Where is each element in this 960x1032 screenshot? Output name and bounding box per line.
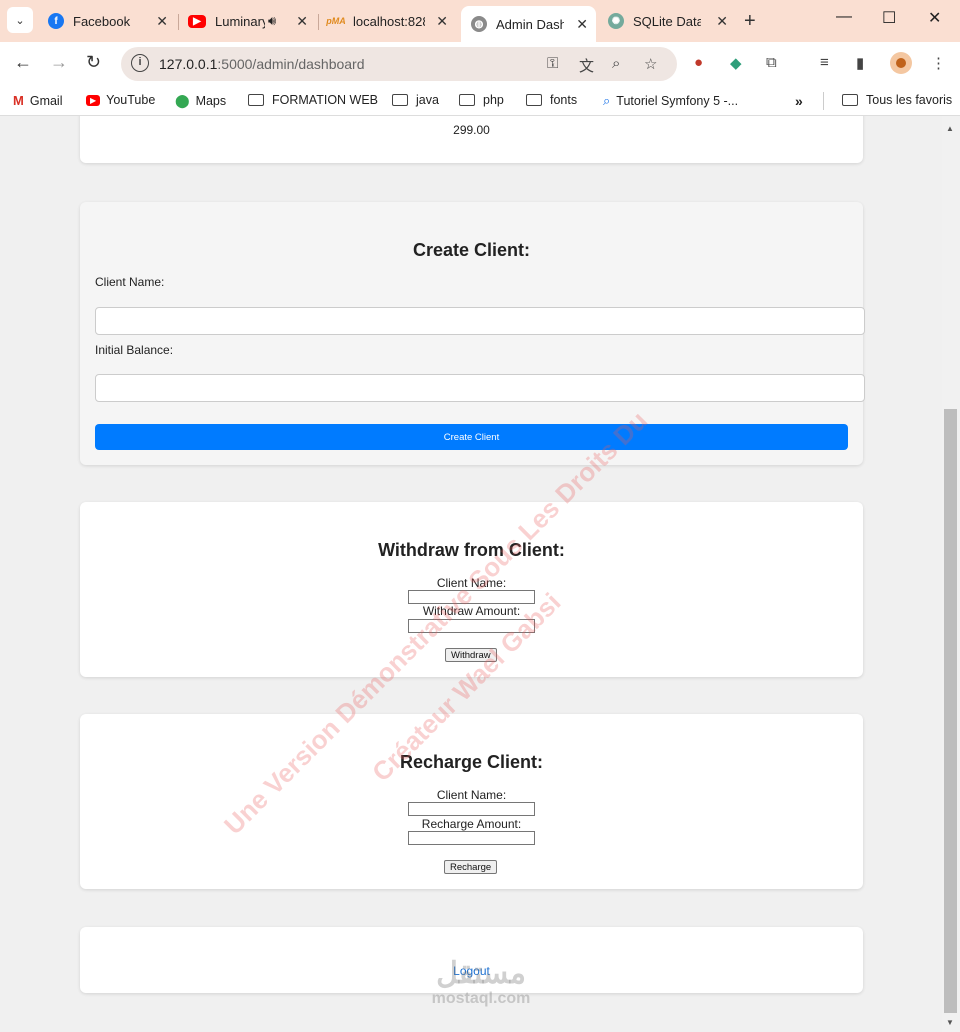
bookmark-fonts[interactable]: fonts [526,93,577,107]
withdraw-button[interactable]: Withdraw [445,648,497,662]
minimize-icon[interactable]: — [836,8,852,26]
client-name-label: Client Name: [95,275,165,289]
recharge-amount-input[interactable] [408,831,535,845]
star-icon[interactable]: ☆ [644,55,657,73]
media-control-icon[interactable]: ≡ [820,54,829,71]
recharge-button[interactable]: Recharge [444,860,498,874]
new-tab-button[interactable]: + [744,10,756,33]
scroll-up-icon[interactable]: ▲ [946,124,954,133]
translate-icon[interactable]: 文 [579,55,594,76]
scroll-down-icon[interactable]: ▼ [946,1018,954,1027]
tab-strip: ⌄ f Facebook ✕ ▶ Luminary 🔊︎ ✕ pMA local… [0,0,960,42]
product-price: 299.00 [453,123,490,137]
bookmark-formation-web[interactable]: FORMATION WEB [248,93,378,107]
withdraw-client-name-label: Client Name: [436,576,507,590]
maximize-icon[interactable]: ☐ [882,8,896,28]
folder-icon [248,94,264,106]
recharge-title: Recharge Client: [399,752,544,772]
vue-devtools-icon[interactable]: ◆ [730,54,742,72]
key-icon[interactable]: ⚿ [547,55,558,72]
bookmark-maps[interactable]: ⬤ Maps [175,93,226,109]
browser-toolbar: ← → ↻ i 127.0.0.1:5000/admin/dashboard ⚿… [0,42,960,86]
close-icon[interactable]: ✕ [156,13,168,30]
folder-icon [842,94,858,106]
bookmark-gmail[interactable]: M Gmail [13,93,63,108]
folder-icon [459,94,475,106]
bookmark-tutoriel-symfony[interactable]: ⌕ Tutoriel Symfony 5 -... [603,93,738,109]
tab-title: SQLite Database [633,13,701,29]
search-icon: ⌕ [603,93,611,108]
chevron-down-icon: ⌄ [15,14,25,27]
zoom-icon[interactable]: ⌕ [612,55,620,72]
tab-localhost[interactable]: pMA localhost:8280 ✕ [318,6,456,36]
tab-title: Luminary [215,13,265,29]
withdraw-amount-label: Withdraw Amount: [422,604,521,618]
close-icon[interactable]: ✕ [576,16,588,33]
back-icon[interactable]: ← [14,52,32,73]
globe-icon: ◍ [471,16,487,32]
tab-search-button[interactable]: ⌄ [7,7,33,33]
close-icon[interactable]: ✕ [296,13,308,30]
tab-title: Admin Dashboard [496,16,564,32]
extension-icon[interactable]: ● [694,54,703,71]
initial-balance-label: Initial Balance: [95,343,174,357]
address-bar[interactable]: i 127.0.0.1:5000/admin/dashboard ⚿ 文 ⌕ ☆ [121,47,677,81]
withdraw-title: Withdraw from Client: [378,540,565,560]
page-viewport: 299.00 Create Client: Client Name: Initi… [0,116,942,1032]
side-panel-icon[interactable]: ▮ [856,54,864,72]
tab-sqlite[interactable]: ✺ SQLite Database ✕ [598,6,736,36]
product-card: 299.00 [80,116,863,163]
bookmark-php[interactable]: php [459,93,504,107]
logout-card: Logout [80,927,863,993]
recharge-client-name-label: Client Name: [436,788,507,802]
withdraw-amount-input[interactable] [408,619,535,633]
bookmarks-bar: M Gmail ▶ YouTube ⬤ Maps FORMATION WEB java… [0,86,960,116]
create-client-button[interactable]: Create Client [95,424,848,450]
site-info-icon[interactable]: i [131,54,149,72]
close-icon[interactable]: ✕ [716,13,728,30]
folder-icon [526,94,542,106]
youtube-icon: ▶ [188,14,206,28]
avatar[interactable] [890,52,912,74]
folder-icon [392,94,408,106]
maps-pin-icon: ⬤ [175,93,190,108]
window-close-icon[interactable]: ✕ [928,8,941,28]
facebook-icon: f [48,13,64,29]
phpmyadmin-icon: pMA [326,16,346,26]
bookmark-java[interactable]: java [392,93,439,107]
speaker-icon[interactable]: 🔊︎ [268,13,276,29]
tab-facebook[interactable]: f Facebook ✕ [38,6,176,36]
bookmark-youtube[interactable]: ▶ YouTube [86,93,155,107]
recharge-client-name-input[interactable] [408,802,535,816]
recharge-amount-label: Recharge Amount: [421,817,522,831]
recharge-card: Recharge Client: Client Name: Recharge A… [80,714,863,889]
create-client-card: Create Client: Client Name: Initial Bala… [80,202,865,465]
tab-luminary[interactable]: ▶ Luminary 🔊︎ ✕ [178,6,316,36]
tab-admin-dashboard[interactable]: ◍ Admin Dashboard ✕ [461,6,596,42]
tab-title: localhost:8280 [353,13,425,29]
url-text[interactable]: 127.0.0.1:5000/admin/dashboard [159,56,365,72]
withdraw-card: Withdraw from Client: Client Name: Withd… [80,502,863,677]
more-bookmarks-icon[interactable]: » [795,93,803,109]
close-icon[interactable]: ✕ [436,13,448,30]
youtube-icon: ▶ [86,94,101,106]
reload-icon[interactable]: ↻ [86,52,101,73]
withdraw-client-name-input[interactable] [408,590,535,604]
scrollbar-thumb[interactable] [944,409,957,1013]
bookmark-all-favorites[interactable]: Tous les favoris [842,93,952,107]
initial-balance-input[interactable] [95,374,865,402]
menu-icon[interactable]: ⋮ [931,54,946,72]
puzzle-icon[interactable]: ⧉ [766,54,777,71]
gmail-icon: M [13,93,24,108]
forward-icon[interactable]: → [50,52,68,73]
logout-link[interactable]: Logout [80,964,863,978]
chatgpt-icon: ✺ [608,13,624,29]
tab-title: Facebook [73,13,131,29]
create-client-title: Create Client: [412,240,531,260]
client-name-input[interactable] [95,307,865,335]
